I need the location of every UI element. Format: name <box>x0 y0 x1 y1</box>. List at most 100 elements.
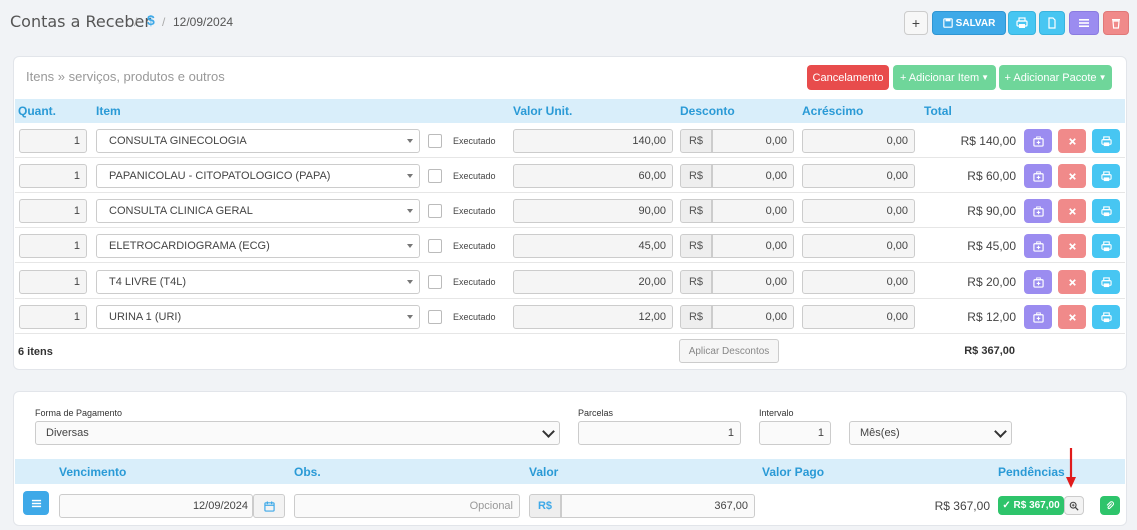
item-select-value: URINA 1 (URI) <box>109 311 182 323</box>
row-remove-button[interactable] <box>1058 164 1086 188</box>
caret-down-icon <box>407 244 413 248</box>
row-remove-button[interactable] <box>1058 270 1086 294</box>
col-pending: Pendências <box>998 465 1065 479</box>
row-print-button[interactable] <box>1092 129 1120 153</box>
discount-currency-prefix: R$ <box>680 199 712 223</box>
addition-input[interactable]: 0,00 <box>802 129 915 153</box>
item-select[interactable]: CONSULTA CLINICA GERAL <box>96 199 420 223</box>
row-insert-button[interactable] <box>1024 129 1052 153</box>
quantity-input[interactable]: 1 <box>19 270 87 294</box>
payment-method-select[interactable]: Diversas <box>35 421 560 445</box>
apply-discounts-button[interactable]: Aplicar Descontos <box>679 339 779 363</box>
row-print-button[interactable] <box>1092 234 1120 258</box>
items-count: 6 itens <box>18 346 53 358</box>
calendar-button[interactable] <box>253 494 285 518</box>
quantity-input[interactable]: 1 <box>19 305 87 329</box>
row-insert-button[interactable] <box>1024 164 1052 188</box>
row-remove-button[interactable] <box>1058 199 1086 223</box>
medical-bag-icon <box>1032 311 1044 323</box>
quantity-input[interactable]: 1 <box>19 129 87 153</box>
unit-value-input[interactable]: 20,00 <box>513 270 673 294</box>
pending-status-badge[interactable]: ✓ R$ 367,00 <box>998 496 1064 515</box>
col-amount: Valor <box>529 465 559 479</box>
installment-menu-button[interactable] <box>23 491 49 515</box>
row-remove-button[interactable] <box>1058 305 1086 329</box>
installments-table-header: Vencimento Obs. Valor Valor Pago Pendênc… <box>15 459 1125 484</box>
interval-input[interactable]: 1 <box>759 421 831 445</box>
row-total: R$ 60,00 <box>967 169 1016 183</box>
add-item-label: + Adicionar Item <box>899 71 980 84</box>
executed-checkbox[interactable] <box>428 204 442 218</box>
item-select[interactable]: ELETROCARDIOGRAMA (ECG) <box>96 234 420 258</box>
print-button[interactable] <box>1008 11 1036 35</box>
discount-currency-prefix: R$ <box>680 234 712 258</box>
row-insert-button[interactable] <box>1024 305 1052 329</box>
cancel-button[interactable]: Cancelamento <box>807 65 889 90</box>
row-print-button[interactable] <box>1092 305 1120 329</box>
row-print-button[interactable] <box>1092 270 1120 294</box>
discount-input[interactable]: 0,00 <box>712 129 794 153</box>
discount-input[interactable]: 0,00 <box>712 199 794 223</box>
delete-button[interactable] <box>1103 11 1129 35</box>
document-button[interactable] <box>1039 11 1065 35</box>
medical-bag-icon <box>1032 205 1044 217</box>
row-print-button[interactable] <box>1092 164 1120 188</box>
breadcrumb-date: 12/09/2024 <box>173 15 234 29</box>
obs-input[interactable]: Opcional <box>294 494 520 518</box>
row-insert-button[interactable] <box>1024 234 1052 258</box>
addition-input[interactable]: 0,00 <box>802 305 915 329</box>
row-insert-button[interactable] <box>1024 270 1052 294</box>
unit-value-input[interactable]: 140,00 <box>513 129 673 153</box>
interval-unit-select[interactable]: Mês(es) <box>849 421 1012 445</box>
item-select[interactable]: URINA 1 (URI) <box>96 305 420 329</box>
quantity-input[interactable]: 1 <box>19 164 87 188</box>
executed-checkbox[interactable] <box>428 275 442 289</box>
discount-input[interactable]: 0,00 <box>712 305 794 329</box>
addition-input[interactable]: 0,00 <box>802 164 915 188</box>
quantity-input[interactable]: 1 <box>19 234 87 258</box>
due-date-input[interactable]: 12/09/2024 <box>59 494 253 518</box>
row-print-button[interactable] <box>1092 199 1120 223</box>
executed-checkbox[interactable] <box>428 310 442 324</box>
add-package-button[interactable]: + Adicionar Pacote ▼ <box>999 65 1112 90</box>
row-insert-button[interactable] <box>1024 199 1052 223</box>
discount-input[interactable]: 0,00 <box>712 270 794 294</box>
page-title: Contas a Receber <box>10 12 151 31</box>
quantity-input[interactable]: 1 <box>19 199 87 223</box>
caret-down-icon: ▼ <box>981 73 990 82</box>
attach-button[interactable] <box>1100 496 1120 515</box>
unit-value-input[interactable]: 90,00 <box>513 199 673 223</box>
table-row: 1 T4 LIVRE (T4L) Executado 20,00 R$ 0,00 0,00 R… <box>15 264 1125 299</box>
addition-input[interactable]: 0,00 <box>802 199 915 223</box>
add-button[interactable]: + <box>904 11 928 35</box>
add-item-button[interactable]: + Adicionar Item ▼ <box>893 65 996 90</box>
save-button[interactable]: SALVAR <box>932 11 1006 35</box>
list-icon <box>1079 19 1089 27</box>
floppy-icon <box>942 18 953 28</box>
executed-checkbox[interactable] <box>428 134 442 148</box>
discount-input[interactable]: 0,00 <box>712 164 794 188</box>
caret-down-icon <box>407 174 413 178</box>
caret-down-icon <box>407 280 413 284</box>
unit-value-input[interactable]: 60,00 <box>513 164 673 188</box>
row-remove-button[interactable] <box>1058 234 1086 258</box>
executed-checkbox[interactable] <box>428 169 442 183</box>
col-total: Total <box>924 104 952 118</box>
addition-input[interactable]: 0,00 <box>802 234 915 258</box>
item-select[interactable]: CONSULTA GINECOLOGIA <box>96 129 420 153</box>
unit-value-input[interactable]: 45,00 <box>513 234 673 258</box>
row-total: R$ 45,00 <box>967 239 1016 253</box>
printer-icon <box>1100 135 1112 146</box>
discount-input[interactable]: 0,00 <box>712 234 794 258</box>
item-select[interactable]: T4 LIVRE (T4L) <box>96 270 420 294</box>
close-icon <box>1068 278 1076 286</box>
item-select[interactable]: PAPANICOLAU - CITOPATOLOGICO (PAPA) <box>96 164 420 188</box>
amount-input[interactable]: 367,00 <box>561 494 755 518</box>
row-remove-button[interactable] <box>1058 129 1086 153</box>
unit-value-input[interactable]: 12,00 <box>513 305 673 329</box>
addition-input[interactable]: 0,00 <box>802 270 915 294</box>
zoom-in-button[interactable] <box>1064 496 1084 515</box>
installments-input[interactable]: 1 <box>578 421 741 445</box>
executed-checkbox[interactable] <box>428 239 442 253</box>
menu-button[interactable] <box>1069 11 1099 35</box>
